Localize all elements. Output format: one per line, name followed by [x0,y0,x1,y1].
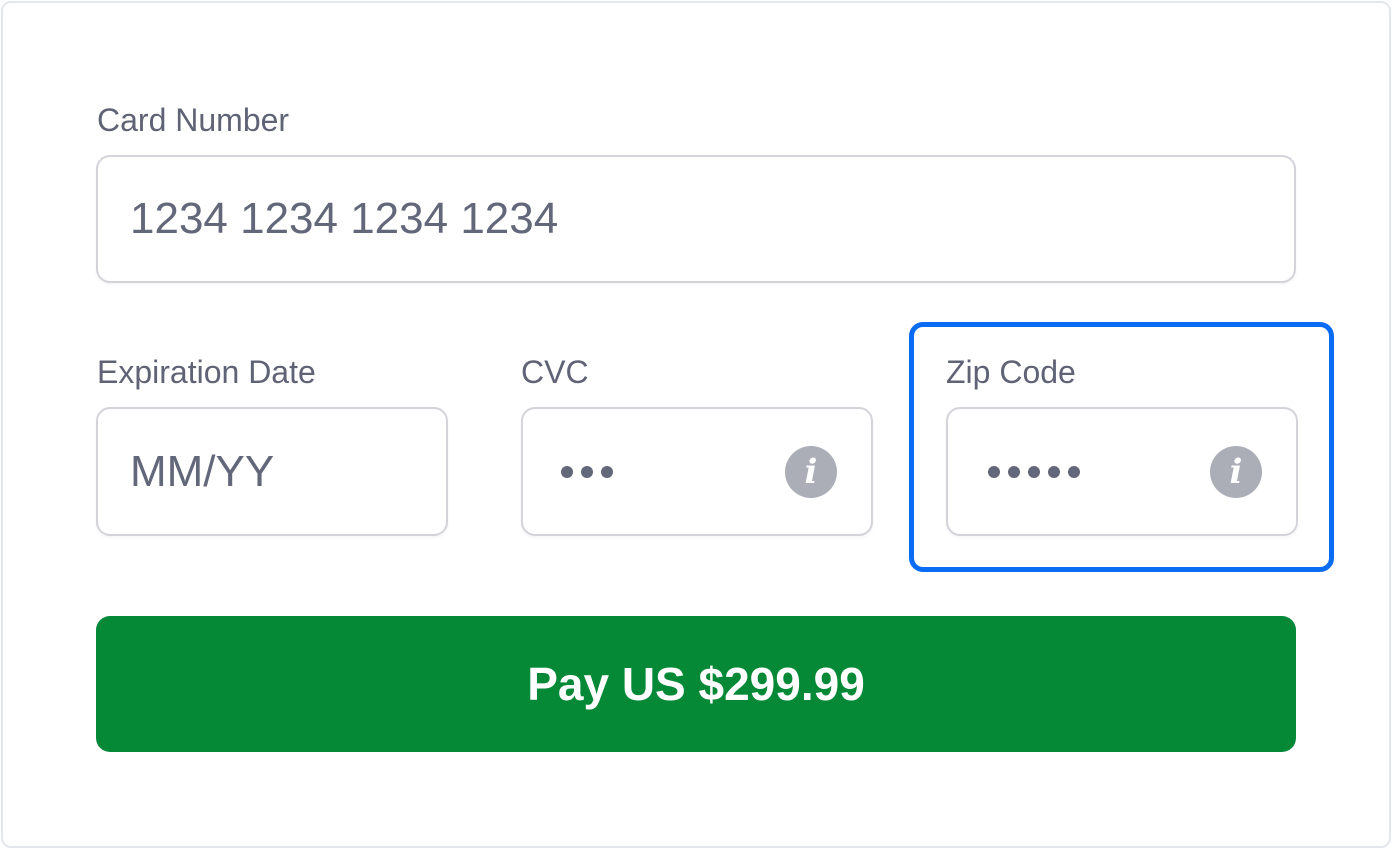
card-number-label: Card Number [97,102,290,138]
mask-dot [1028,465,1040,478]
expiration-date-label: Expiration Date [97,354,316,390]
zip-code-info-icon[interactable]: i [1210,445,1262,498]
pay-button[interactable]: Pay US $299.99 [96,616,1296,752]
mask-dot [1068,465,1080,478]
mask-dot [581,465,593,478]
mask-dot [601,465,613,478]
card-number-placeholder: 1234 1234 1234 1234 [130,194,559,243]
mask-dot [1008,465,1020,478]
zip-code-input[interactable]: i [946,407,1298,536]
zip-code-label: Zip Code [946,354,1076,390]
expiration-date-placeholder: MM/YY [130,446,275,496]
cvc-input[interactable]: i [521,407,873,536]
card-number-input[interactable]: 1234 1234 1234 1234 [96,155,1296,283]
mask-dot [1048,465,1060,478]
mask-dot [988,465,1000,478]
cvc-masked-value [561,465,613,478]
zip-code-masked-value [988,465,1080,478]
mask-dot [561,465,573,478]
cvc-label: CVC [521,354,589,390]
cvc-info-icon[interactable]: i [785,445,837,498]
expiration-date-input[interactable]: MM/YY [96,407,448,536]
